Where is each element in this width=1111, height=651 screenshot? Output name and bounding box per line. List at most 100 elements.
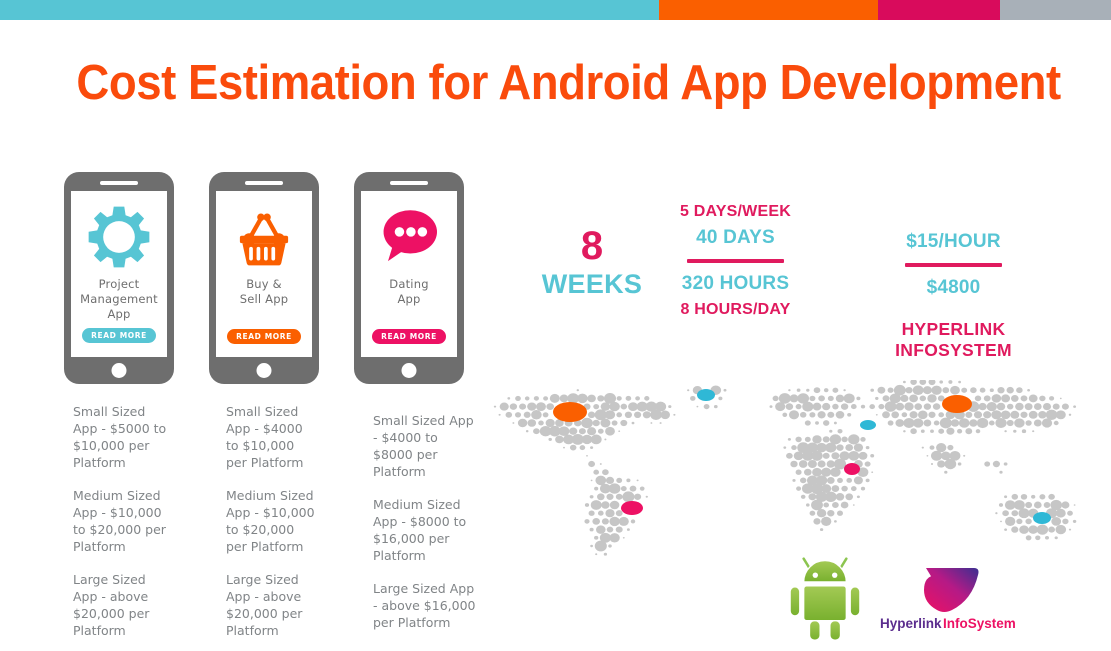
map-dot bbox=[668, 405, 672, 409]
phone-card-project-management[interactable]: Project Management App READ MORE bbox=[64, 172, 174, 384]
map-highlight-greenland bbox=[697, 389, 715, 401]
map-dot bbox=[809, 395, 816, 402]
map-dot bbox=[986, 402, 997, 412]
map-dot bbox=[782, 412, 788, 417]
stat-total-days: 40 DAYS bbox=[696, 227, 775, 248]
map-dot bbox=[963, 454, 966, 457]
pricing-small: Small Sized App - $5000 to $10,000 per P… bbox=[73, 404, 167, 470]
map-dot bbox=[543, 396, 549, 401]
map-dot bbox=[1025, 501, 1033, 509]
map-dot bbox=[988, 420, 995, 426]
map-dot bbox=[1033, 501, 1042, 509]
map-dot bbox=[1033, 403, 1042, 411]
map-dot bbox=[909, 411, 918, 419]
pricing-large: Large Sized App - above $16,000 per Plat… bbox=[373, 581, 476, 630]
stat-duration: 8 WEEKS bbox=[530, 224, 654, 300]
map-dot bbox=[1028, 410, 1038, 419]
map-dot bbox=[584, 503, 590, 507]
map-dot bbox=[609, 516, 620, 527]
map-dot bbox=[905, 386, 913, 394]
map-dot bbox=[605, 426, 615, 436]
map-dot bbox=[1043, 502, 1051, 508]
map-dot bbox=[1010, 394, 1019, 402]
stat-total-cost: $4800 bbox=[926, 276, 981, 298]
map-dot bbox=[549, 393, 560, 403]
map-dot bbox=[525, 430, 529, 433]
map-dot bbox=[845, 444, 854, 452]
map-dot bbox=[865, 478, 870, 483]
map-dot bbox=[592, 517, 601, 525]
map-dot bbox=[792, 478, 796, 482]
map-dot bbox=[587, 427, 597, 436]
map-dot bbox=[864, 461, 871, 467]
pricing-large: Large Sized App - above $20,000 per Plat… bbox=[73, 572, 150, 638]
map-dot bbox=[498, 413, 501, 416]
read-more-button[interactable]: READ MORE bbox=[372, 329, 446, 344]
map-dot bbox=[910, 380, 917, 385]
map-dot bbox=[642, 411, 651, 419]
map-dot bbox=[823, 420, 830, 426]
map-dot bbox=[1031, 494, 1036, 499]
map-dot bbox=[938, 412, 945, 418]
pricing-medium: Medium Sized App - $10,000 to $20,000 pe… bbox=[226, 488, 315, 554]
map-dot bbox=[804, 420, 811, 426]
map-dot bbox=[515, 395, 521, 401]
map-dot bbox=[979, 387, 986, 393]
map-dot bbox=[524, 396, 530, 401]
map-dot bbox=[975, 429, 981, 434]
map-dot bbox=[946, 427, 955, 435]
map-dot bbox=[1072, 519, 1077, 523]
map-dot bbox=[505, 411, 513, 418]
map-dot bbox=[858, 451, 868, 460]
map-dot bbox=[950, 385, 960, 395]
read-more-button[interactable]: READ MORE bbox=[82, 328, 156, 343]
phone-card-dating[interactable]: Dating App READ MORE bbox=[354, 172, 464, 384]
map-dot bbox=[992, 460, 1000, 468]
map-dot bbox=[587, 411, 596, 419]
map-dot bbox=[928, 411, 936, 418]
map-dot bbox=[827, 411, 835, 418]
map-dot bbox=[822, 452, 830, 459]
map-dot bbox=[785, 403, 794, 410]
map-dot bbox=[933, 420, 940, 426]
map-dot bbox=[903, 430, 906, 433]
map-dot bbox=[603, 552, 608, 556]
map-dot bbox=[533, 428, 540, 435]
app-label-line: Dating bbox=[389, 277, 429, 291]
phone-card-buy-sell[interactable]: Buy & Sell App READ MORE bbox=[209, 172, 319, 384]
map-dot bbox=[569, 427, 578, 435]
map-dot bbox=[1028, 525, 1038, 534]
map-dot bbox=[948, 380, 953, 384]
map-dot bbox=[999, 470, 1003, 474]
map-dot bbox=[860, 437, 866, 442]
read-more-button[interactable]: READ MORE bbox=[227, 329, 301, 344]
map-dot bbox=[1020, 395, 1028, 402]
map-dot bbox=[1025, 535, 1032, 541]
hyperlink-infosystem-logo: Hyperlink InfoSystem bbox=[880, 568, 1016, 631]
map-dot bbox=[809, 412, 816, 418]
company-name: HYPERLINK INFOSYSTEM bbox=[895, 318, 1012, 360]
map-dot bbox=[786, 452, 793, 459]
map-dot bbox=[974, 395, 982, 402]
map-dot bbox=[600, 418, 611, 428]
map-dot bbox=[1005, 516, 1016, 527]
map-dot bbox=[1062, 518, 1069, 525]
map-dot bbox=[673, 413, 676, 416]
map-dot bbox=[920, 429, 925, 433]
map-dot bbox=[833, 421, 837, 425]
map-dot bbox=[624, 411, 633, 419]
map-dot bbox=[1019, 525, 1029, 534]
map-dot bbox=[660, 410, 670, 420]
map-dot bbox=[606, 493, 614, 500]
map-dot bbox=[813, 518, 821, 525]
phone-speaker-icon bbox=[390, 181, 428, 185]
map-dot bbox=[807, 459, 817, 469]
map-dot bbox=[829, 429, 833, 433]
map-dot bbox=[846, 477, 853, 483]
map-dot bbox=[834, 520, 837, 523]
map-dot bbox=[597, 395, 605, 402]
map-dot bbox=[903, 418, 915, 428]
app-label-line: Project bbox=[98, 277, 140, 291]
map-dot bbox=[1061, 501, 1070, 509]
map-dot bbox=[929, 445, 935, 450]
